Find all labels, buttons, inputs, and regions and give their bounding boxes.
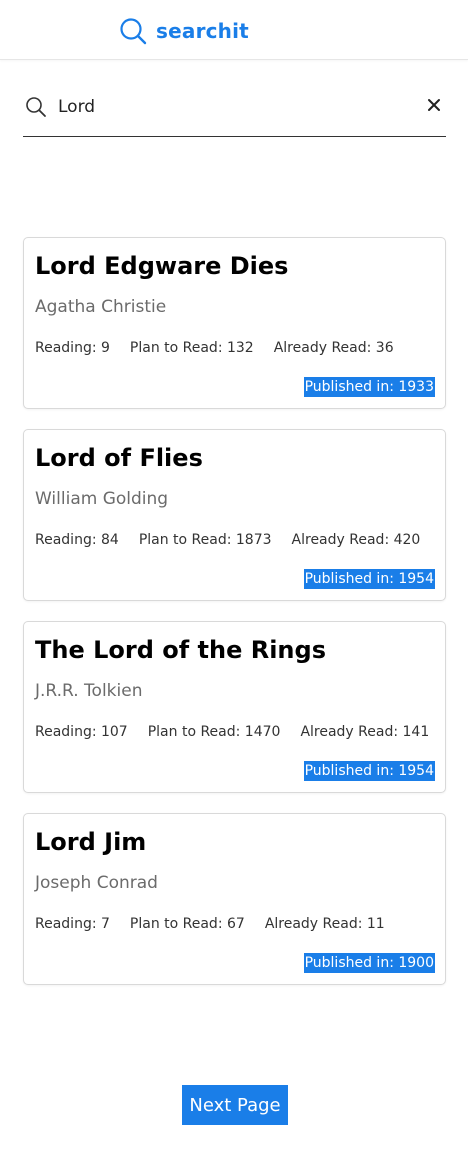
brand-logo-link[interactable]: searchit	[119, 16, 249, 46]
reading-count: Reading: 84	[35, 532, 119, 548]
plan-to-read-count: Plan to Read: 132	[129, 340, 254, 356]
top-navbar: searchit	[0, 0, 468, 60]
book-card[interactable]: Lord Edgware Dies Agatha Christie Readin…	[23, 237, 446, 409]
plan-to-read-count: Plan to Read: 1873	[138, 532, 272, 548]
book-card[interactable]: The Lord of the Rings J.R.R. Tolkien Rea…	[23, 621, 446, 793]
book-stats: Reading: 7 Plan to Read: 67 Already Read…	[35, 916, 385, 932]
book-title[interactable]: The Lord of the Rings	[35, 636, 326, 664]
book-title[interactable]: Lord Jim	[35, 828, 146, 856]
search-bar	[23, 82, 446, 137]
reading-count: Reading: 9	[35, 340, 110, 356]
search-input[interactable]	[58, 92, 408, 122]
book-stats: Reading: 9 Plan to Read: 132 Already Rea…	[35, 340, 394, 356]
already-read-count: Already Read: 420	[291, 532, 421, 548]
book-author: J.R.R. Tolkien	[35, 681, 143, 701]
brand-name: searchit	[156, 19, 249, 43]
book-author: Agatha Christie	[35, 297, 167, 317]
plan-to-read-count: Plan to Read: 1470	[147, 724, 281, 740]
book-stats: Reading: 107 Plan to Read: 1470 Already …	[35, 724, 429, 740]
search-icon	[119, 17, 147, 45]
reading-count: Reading: 107	[35, 724, 128, 740]
book-author: William Golding	[35, 489, 169, 509]
book-title[interactable]: Lord Edgware Dies	[35, 252, 288, 280]
published-badge: Published in: 1933	[303, 377, 435, 397]
plan-to-read-count: Plan to Read: 67	[129, 916, 245, 932]
published-badge: Published in: 1954	[303, 569, 435, 589]
close-icon[interactable]	[426, 97, 442, 113]
book-card[interactable]: Lord Jim Joseph Conrad Reading: 7 Plan t…	[23, 813, 446, 985]
published-badge: Published in: 1900	[303, 953, 435, 973]
book-card[interactable]: Lord of Flies William Golding Reading: 8…	[23, 429, 446, 601]
next-page-button[interactable]: Next Page	[182, 1085, 288, 1125]
search-icon	[25, 96, 47, 118]
results-list: Lord Edgware Dies Agatha Christie Readin…	[23, 237, 446, 1005]
book-author: Joseph Conrad	[35, 873, 158, 893]
book-stats: Reading: 84 Plan to Read: 1873 Already R…	[35, 532, 420, 548]
already-read-count: Already Read: 36	[273, 340, 394, 356]
published-badge: Published in: 1954	[303, 761, 435, 781]
already-read-count: Already Read: 141	[300, 724, 430, 740]
book-title[interactable]: Lord of Flies	[35, 444, 203, 472]
already-read-count: Already Read: 11	[264, 916, 385, 932]
reading-count: Reading: 7	[35, 916, 110, 932]
